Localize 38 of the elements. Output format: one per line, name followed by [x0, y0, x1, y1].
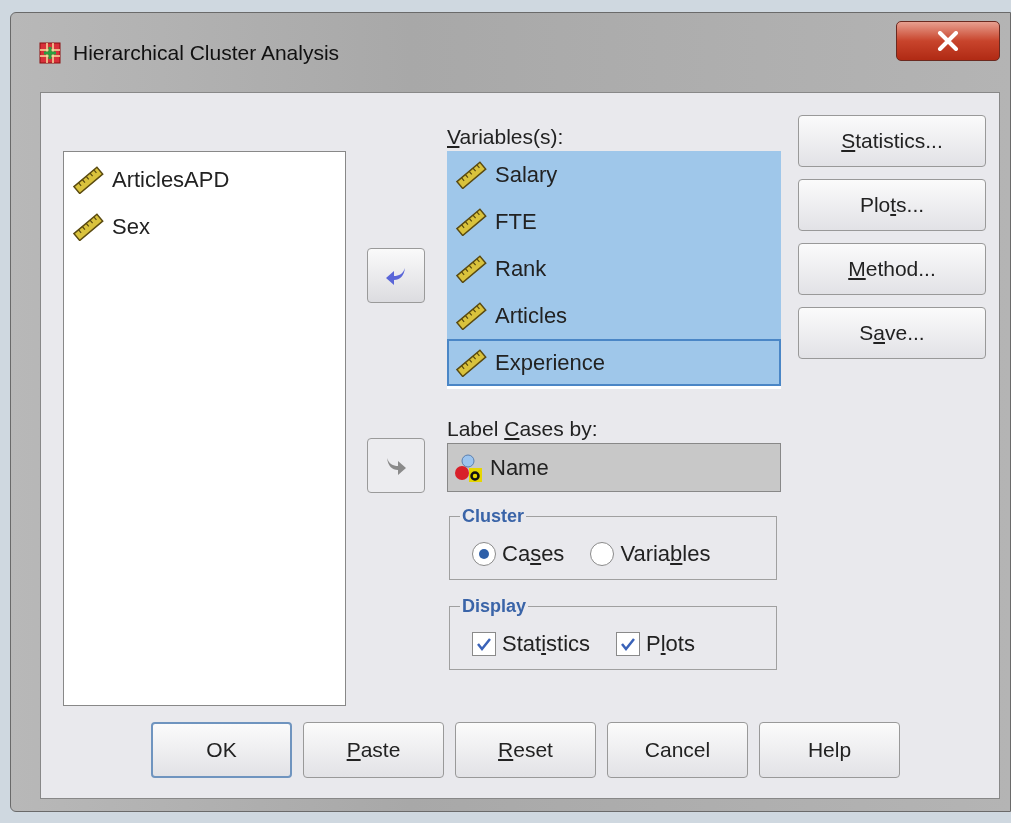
nominal-variable-icon — [454, 452, 484, 483]
variable-name: Articles — [495, 302, 568, 329]
move-button[interactable] — [367, 248, 425, 303]
group-title: Display — [461, 596, 528, 617]
dialog-button[interactable]: Paste — [303, 722, 444, 778]
variable-name: Experience — [495, 349, 606, 376]
option-button[interactable]: Plots... — [798, 179, 986, 231]
dialog-button[interactable]: Reset — [455, 722, 596, 778]
check-icon — [476, 637, 492, 651]
variable-row[interactable]: Experience — [447, 339, 781, 386]
radio-option[interactable]: Cases — [472, 541, 565, 567]
option-button[interactable]: Method... — [798, 243, 986, 295]
group-title: Cluster — [461, 506, 525, 527]
variable-row[interactable]: Salary — [447, 151, 781, 198]
grid-icon — [39, 41, 61, 64]
label-cases-label: Label Cases by: — [447, 416, 599, 442]
variable-name: Rank — [495, 255, 547, 282]
variable-row[interactable]: Articles — [447, 292, 781, 339]
dialog-button[interactable]: Help — [759, 722, 900, 778]
variables-label: Variables(s): — [447, 124, 565, 150]
close-button[interactable] — [896, 20, 1000, 61]
option-button[interactable]: Save... — [798, 307, 986, 359]
dialog-button[interactable]: Cancel — [607, 722, 748, 778]
checkbox-option[interactable]: Statistics — [472, 631, 591, 657]
variable-name: Salary — [495, 161, 558, 188]
variable-row[interactable]: FTE — [447, 198, 781, 245]
check-icon — [620, 637, 637, 651]
dialog-button[interactable]: OK — [151, 722, 292, 778]
radio-option[interactable]: Variables — [590, 541, 711, 567]
checkbox-option[interactable]: Plots — [616, 631, 695, 657]
label-cases-field[interactable]: Name — [447, 443, 781, 492]
variable-item[interactable]: ArticlesAPD — [112, 166, 230, 193]
option-button[interactable]: Statistics... — [798, 115, 986, 167]
variable-item[interactable]: Sex — [112, 213, 150, 240]
close-icon — [937, 30, 959, 51]
window-title: Hierarchical Cluster Analysis — [73, 40, 341, 65]
variable-row[interactable]: Rank — [447, 245, 781, 292]
variable-name: FTE — [495, 208, 537, 235]
